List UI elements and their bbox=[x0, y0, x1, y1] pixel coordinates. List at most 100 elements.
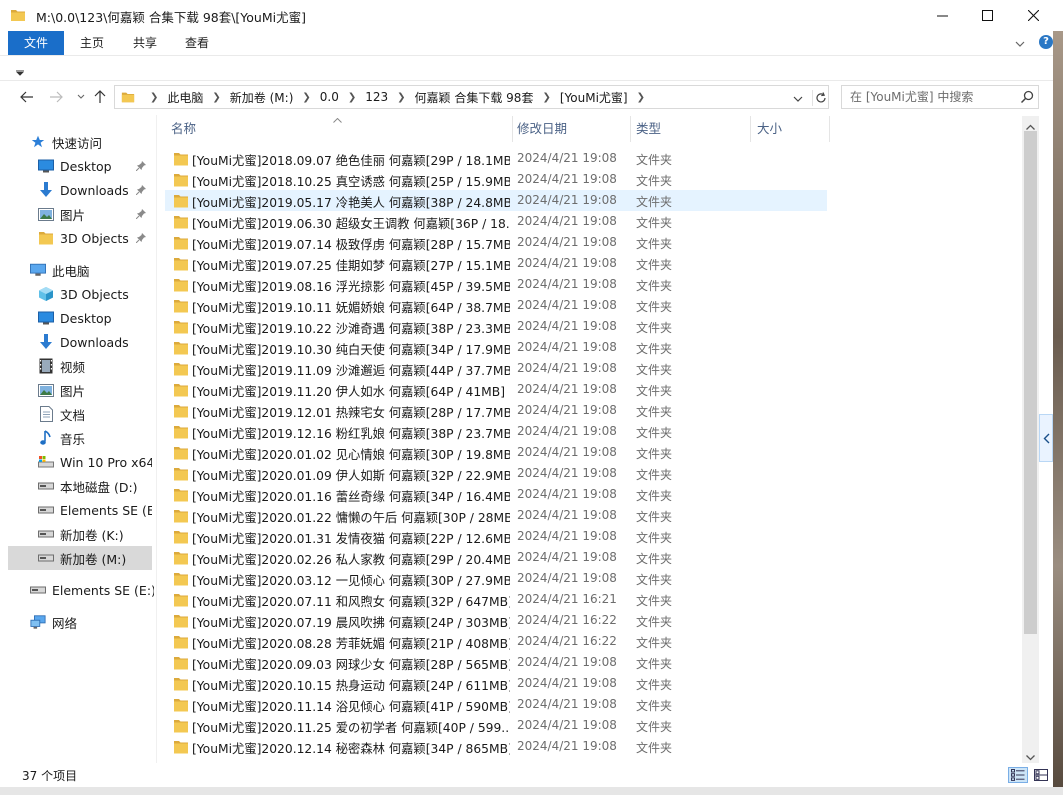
scroll-down-icon[interactable] bbox=[1026, 750, 1035, 764]
pane-divider[interactable] bbox=[156, 115, 157, 763]
file-row[interactable]: [YouMi尤蜜]2020.07.11 和风煦女 何嘉颖[32P / 647MB… bbox=[165, 589, 827, 610]
file-list[interactable]: [YouMi尤蜜]2018.09.07 绝色佳丽 何嘉颖[29P / 18.1M… bbox=[165, 148, 1025, 763]
file-row[interactable]: [YouMi尤蜜]2019.07.14 极致俘虏 何嘉颖[28P / 15.7M… bbox=[165, 232, 827, 253]
breadcrumb-drive-m[interactable]: 新加卷 (M:) bbox=[230, 89, 294, 106]
file-name[interactable]: [YouMi尤蜜]2020.12.14 秘密森林 何嘉颖[34P / 865MB… bbox=[192, 739, 510, 757]
file-name[interactable]: [YouMi尤蜜]2019.07.25 佳期如梦 何嘉颖[27P / 15.1M… bbox=[192, 256, 510, 274]
file-row[interactable]: [YouMi尤蜜]2019.06.30 超级女王调教 何嘉颖[36P / 18.… bbox=[165, 211, 827, 232]
file-row[interactable]: [YouMi尤蜜]2020.03.12 一见倾心 何嘉颖[30P / 27.9M… bbox=[165, 568, 827, 589]
column-header-date[interactable]: 修改日期 bbox=[517, 116, 627, 142]
file-name[interactable]: [YouMi尤蜜]2020.01.02 见心情娘 何嘉颖[30P / 19.8M… bbox=[192, 445, 510, 463]
file-row[interactable]: [YouMi尤蜜]2019.07.25 佳期如梦 何嘉颖[27P / 15.1M… bbox=[165, 253, 827, 274]
breadcrumb-this-pc[interactable]: 此电脑 bbox=[167, 89, 203, 106]
nav-quick-downloads[interactable]: Downloads bbox=[38, 178, 152, 202]
breadcrumb-separator-icon[interactable]: ❯ bbox=[302, 92, 310, 103]
nav-pc-drive-e[interactable]: Elements SE (E: bbox=[38, 498, 152, 522]
nav-pc-documents[interactable]: 文档 bbox=[38, 402, 152, 426]
file-row[interactable]: [YouMi尤蜜]2020.01.22 慵懒の午后 何嘉颖[30P / 28MB… bbox=[165, 505, 827, 526]
scrollbar-thumb[interactable] bbox=[1024, 131, 1037, 634]
nav-network[interactable]: 网络 bbox=[30, 610, 154, 634]
file-row[interactable]: [YouMi尤蜜]2019.11.20 伊人如水 何嘉颖[64P / 41MB]… bbox=[165, 379, 827, 400]
file-name[interactable]: [YouMi尤蜜]2019.07.14 极致俘虏 何嘉颖[28P / 15.7M… bbox=[192, 235, 510, 253]
nav-elements-se[interactable]: Elements SE (E:) bbox=[30, 578, 154, 602]
help-icon[interactable]: ? bbox=[1039, 35, 1053, 49]
large-icons-view-button[interactable] bbox=[1031, 767, 1051, 783]
maximize-button[interactable] bbox=[964, 0, 1010, 31]
nav-pc-desktop[interactable]: Desktop bbox=[38, 306, 152, 330]
file-row[interactable]: [YouMi尤蜜]2020.11.14 浴见倾心 何嘉颖[41P / 590MB… bbox=[165, 694, 827, 715]
nav-pc-music[interactable]: 音乐 bbox=[38, 426, 152, 450]
vertical-scrollbar[interactable] bbox=[1022, 116, 1039, 763]
tab-share[interactable]: 共享 bbox=[123, 31, 167, 55]
file-name[interactable]: [YouMi尤蜜]2019.10.11 妩媚娇娘 何嘉颖[64P / 38.7M… bbox=[192, 298, 510, 316]
search-input[interactable] bbox=[850, 89, 1010, 105]
file-name[interactable]: [YouMi尤蜜]2018.10.25 真空诱惑 何嘉颖[25P / 15.9M… bbox=[192, 172, 510, 190]
nav-pc-3d-objects[interactable]: 3D Objects bbox=[38, 282, 152, 306]
pin-icon[interactable] bbox=[135, 208, 146, 222]
address-history-icon[interactable] bbox=[793, 92, 803, 106]
nav-pc-drive-d[interactable]: 本地磁盘 (D:) bbox=[38, 474, 152, 498]
breadcrumb-separator-icon[interactable]: ❯ bbox=[542, 92, 550, 103]
breadcrumb-separator-icon[interactable]: ❯ bbox=[397, 92, 405, 103]
file-row[interactable]: [YouMi尤蜜]2020.08.28 芳菲妩媚 何嘉颖[21P / 408MB… bbox=[165, 631, 827, 652]
file-name[interactable]: [YouMi尤蜜]2020.03.12 一见倾心 何嘉颖[30P / 27.9M… bbox=[192, 571, 510, 589]
file-name[interactable]: [YouMi尤蜜]2020.08.28 芳菲妩媚 何嘉颖[21P / 408MB… bbox=[192, 634, 510, 652]
file-name[interactable]: [YouMi尤蜜]2018.09.07 绝色佳丽 何嘉颖[29P / 18.1M… bbox=[192, 151, 510, 169]
file-name[interactable]: [YouMi尤蜜]2020.11.25 爱の初学者 何嘉颖[40P / 599.… bbox=[192, 718, 510, 736]
pin-icon[interactable] bbox=[135, 184, 146, 198]
nav-pc-videos[interactable]: 视频 bbox=[38, 354, 152, 378]
back-button[interactable] bbox=[18, 88, 36, 106]
file-name[interactable]: [YouMi尤蜜]2019.05.17 冷艳美人 何嘉颖[38P / 24.8M… bbox=[192, 193, 510, 211]
column-header-size[interactable]: 大小 bbox=[757, 116, 829, 142]
breadcrumb-separator-icon[interactable]: ❯ bbox=[348, 92, 356, 103]
file-name[interactable]: [YouMi尤蜜]2019.10.30 纯白天使 何嘉颖[34P / 17.9M… bbox=[192, 340, 510, 358]
nav-quick-3d-objects[interactable]: 3D Objects bbox=[38, 226, 152, 250]
file-row[interactable]: [YouMi尤蜜]2019.11.09 沙滩邂逅 何嘉颖[44P / 37.7M… bbox=[165, 358, 827, 379]
file-name[interactable]: [YouMi尤蜜]2019.06.30 超级女王调教 何嘉颖[36P / 18.… bbox=[192, 214, 510, 232]
file-name[interactable]: [YouMi尤蜜]2020.01.16 蕾丝奇缘 何嘉颖[34P / 16.4M… bbox=[192, 487, 510, 505]
file-name[interactable]: [YouMi尤蜜]2020.01.22 慵懒の午后 何嘉颖[30P / 28MB… bbox=[192, 508, 510, 526]
search-icon[interactable] bbox=[1020, 90, 1034, 107]
expand-ribbon-icon[interactable] bbox=[1015, 37, 1025, 51]
pin-icon[interactable] bbox=[135, 232, 146, 246]
file-row[interactable]: [YouMi尤蜜]2020.10.15 热身运动 何嘉颖[24P / 611MB… bbox=[165, 673, 827, 694]
file-row[interactable]: [YouMi尤蜜]2019.05.17 冷艳美人 何嘉颖[38P / 24.8M… bbox=[165, 190, 827, 211]
close-button[interactable] bbox=[1010, 0, 1056, 31]
file-name[interactable]: [YouMi尤蜜]2020.07.19 晨风吹拂 何嘉颖[24P / 303MB… bbox=[192, 613, 510, 631]
nav-quick-pictures[interactable]: 图片 bbox=[38, 202, 152, 226]
file-name[interactable]: [YouMi尤蜜]2019.11.20 伊人如水 何嘉颖[64P / 41MB] bbox=[192, 382, 510, 400]
nav-quick-desktop[interactable]: Desktop bbox=[38, 154, 152, 178]
file-row[interactable]: [YouMi尤蜜]2020.01.31 发情夜猫 何嘉颖[22P / 12.6M… bbox=[165, 526, 827, 547]
file-row[interactable]: [YouMi尤蜜]2020.01.16 蕾丝奇缘 何嘉颖[34P / 16.4M… bbox=[165, 484, 827, 505]
nav-pc-downloads[interactable]: Downloads bbox=[38, 330, 152, 354]
file-name[interactable]: [YouMi尤蜜]2019.10.22 沙滩奇遇 何嘉颖[38P / 23.3M… bbox=[192, 319, 510, 337]
file-name[interactable]: [YouMi尤蜜]2019.12.16 粉红乳娘 何嘉颖[38P / 23.7M… bbox=[192, 424, 510, 442]
nav-pc-pictures[interactable]: 图片 bbox=[38, 378, 152, 402]
column-divider[interactable] bbox=[750, 116, 751, 142]
breadcrumb-separator-icon[interactable]: ❯ bbox=[637, 92, 645, 103]
nav-quick-access[interactable]: 快速访问 bbox=[30, 130, 154, 154]
file-row[interactable]: [YouMi尤蜜]2020.12.14 秘密森林 何嘉颖[34P / 865MB… bbox=[165, 736, 827, 757]
tab-view[interactable]: 查看 bbox=[175, 31, 219, 55]
file-name[interactable]: [YouMi尤蜜]2019.08.16 浮光掠影 何嘉颖[45P / 39.5M… bbox=[192, 277, 510, 295]
side-panel-toggle[interactable] bbox=[1039, 414, 1053, 462]
file-row[interactable]: [YouMi尤蜜]2019.10.11 妩媚娇娘 何嘉颖[64P / 38.7M… bbox=[165, 295, 827, 316]
file-name[interactable]: [YouMi尤蜜]2020.02.26 私人家教 何嘉颖[29P / 20.4M… bbox=[192, 550, 510, 568]
file-row[interactable]: [YouMi尤蜜]2020.09.03 网球少女 何嘉颖[28P / 565MB… bbox=[165, 652, 827, 673]
file-row[interactable]: [YouMi尤蜜]2019.12.01 热辣宅女 何嘉颖[28P / 17.7M… bbox=[165, 400, 827, 421]
breadcrumb-0-0[interactable]: 0.0 bbox=[320, 90, 339, 104]
tab-file[interactable]: 文件 bbox=[8, 31, 64, 55]
customize-toolbar-icon[interactable] bbox=[15, 65, 25, 79]
refresh-button[interactable] bbox=[812, 90, 828, 106]
details-view-button[interactable] bbox=[1008, 767, 1028, 783]
breadcrumb-current[interactable]: [YouMi尤蜜] bbox=[560, 89, 628, 106]
nav-this-pc[interactable]: 此电脑 bbox=[30, 258, 154, 282]
file-name[interactable]: [YouMi尤蜜]2020.07.11 和风煦女 何嘉颖[32P / 647MB… bbox=[192, 592, 510, 610]
file-row[interactable]: [YouMi尤蜜]2020.11.25 爱の初学者 何嘉颖[40P / 599.… bbox=[165, 715, 827, 736]
column-divider[interactable] bbox=[829, 116, 830, 142]
file-row[interactable]: [YouMi尤蜜]2020.07.19 晨风吹拂 何嘉颖[24P / 303MB… bbox=[165, 610, 827, 631]
column-divider[interactable] bbox=[512, 116, 513, 142]
file-name[interactable]: [YouMi尤蜜]2020.01.09 伊人如斯 何嘉颖[32P / 22.9M… bbox=[192, 466, 510, 484]
address-bar[interactable]: ❯ 此电脑 ❯ 新加卷 (M:) ❯ 0.0 ❯ 123 ❯ 何嘉颖 合集下载 … bbox=[114, 85, 829, 109]
nav-pc-drive-m[interactable]: 新加卷 (M:) bbox=[8, 546, 152, 570]
